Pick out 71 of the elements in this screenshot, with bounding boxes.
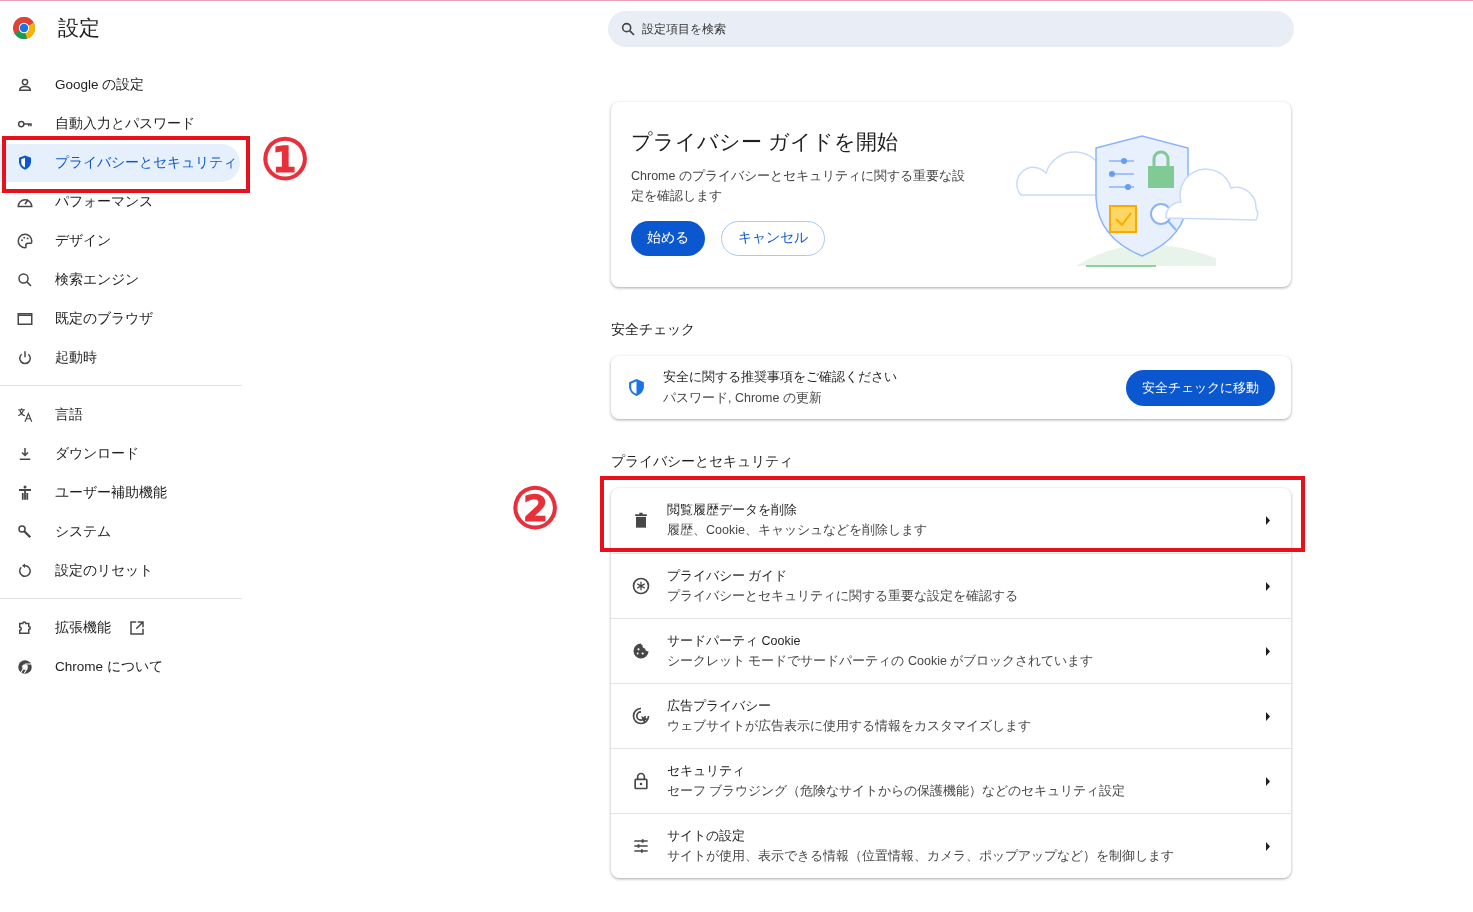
search-icon <box>620 21 636 37</box>
settings-row[interactable]: 広告プライバシー ウェブサイトが広告表示に使用する情報をカスタマイズします <box>611 683 1291 748</box>
row-subtitle: プライバシーとセキュリティに関する重要な設定を確認する <box>667 587 1019 605</box>
safety-check-button[interactable]: 安全チェックに移動 <box>1126 369 1275 406</box>
reset-icon <box>16 562 34 580</box>
lock-icon <box>631 771 651 791</box>
safety-check-subtitle: パスワード, Chrome の更新 <box>663 389 823 407</box>
sidebar-item[interactable]: デザイン <box>0 222 240 260</box>
row-title: 広告プライバシー <box>667 697 772 715</box>
cancel-button[interactable]: キャンセル <box>721 220 825 256</box>
settings-row[interactable]: セキュリティ セーフ ブラウジング（危険なサイトからの保護機能）などのセキュリティ設定 <box>611 748 1291 813</box>
cookie-icon <box>631 641 651 661</box>
section-heading: 安全チェック <box>611 320 696 339</box>
power-icon <box>16 349 34 367</box>
row-title: プライバシー ガイド <box>667 567 789 585</box>
caret-icon <box>1265 581 1271 591</box>
row-subtitle: シークレット モードでサードパーティの Cookie がブロックされています <box>667 652 1095 670</box>
row-title: セキュリティ <box>667 762 746 780</box>
row-title: 閲覧履歴データを削除 <box>667 502 798 520</box>
sidebar-item[interactable]: パフォーマンス <box>0 183 240 221</box>
wrench-icon <box>16 523 34 541</box>
page-title: 設定 <box>58 15 100 42</box>
settings-row[interactable]: 閲覧履歴データを削除 履歴、Cookie、キャッシュなどを削除します <box>611 488 1291 553</box>
settings-row[interactable]: サイトの設定 サイトが使用、表示できる情報（位置情報、カメラ、ポップアップなど）を制御します <box>611 813 1291 878</box>
safety-check-title: 安全に関する推奨事項をご確認ください <box>663 368 898 386</box>
sidebar-item[interactable]: システム <box>0 513 240 551</box>
sidebar-item[interactable]: Google の設定 <box>0 66 240 104</box>
settings-row[interactable]: サードパーティ Cookie シークレット モードでサードパーティの Cookie がブロックされています <box>611 618 1291 683</box>
caret-icon <box>1265 646 1271 656</box>
shield-icon <box>628 378 645 397</box>
row-subtitle: サイトが使用、表示できる情報（位置情報、カメラ、ポップアップなど）を制御します <box>667 847 1175 865</box>
caret-icon <box>1265 711 1271 721</box>
puzzle-icon <box>16 619 34 637</box>
search-field[interactable]: 設定項目を検索 <box>608 11 1294 47</box>
external-link-icon[interactable] <box>128 619 146 637</box>
card-title: プライバシー ガイドを開始 <box>631 129 899 155</box>
row-title: サードパーティ Cookie <box>667 632 802 650</box>
start-button[interactable]: 始める <box>631 220 705 256</box>
sidebar-item[interactable]: 設定のリセット <box>0 552 240 590</box>
sidebar-item[interactable]: 既定のブラウザ <box>0 300 240 338</box>
row-subtitle: ウェブサイトが広告表示に使用する情報をカスタマイズします <box>667 717 1032 735</box>
compass-icon <box>631 576 651 596</box>
sidebar-item[interactable]: ユーザー補助機能 <box>0 474 240 512</box>
sidebar-item[interactable]: 自動入力とパスワード <box>0 105 240 143</box>
step-number: ① <box>260 128 310 192</box>
translate-icon <box>16 406 34 424</box>
sidebar-item[interactable]: 起動時 <box>0 339 240 377</box>
sidebar-item[interactable]: プライバシーとセキュリティ <box>0 144 240 182</box>
step-number: ② <box>510 477 560 541</box>
section-heading: プライバシーとセキュリティ <box>611 452 794 471</box>
sliders-icon <box>631 836 651 856</box>
person-icon <box>16 76 34 94</box>
sidebar-item[interactable]: Chrome について <box>0 648 240 686</box>
row-title: サイトの設定 <box>667 827 746 845</box>
caret-icon <box>1265 776 1271 786</box>
chrome-logo-icon <box>12 16 36 40</box>
sidebar-item[interactable]: 拡張機能 <box>0 609 240 647</box>
shield-icon <box>16 154 34 172</box>
sidebar-item[interactable]: ダウンロード <box>0 435 240 473</box>
palette-icon <box>16 232 34 250</box>
caret-icon <box>1265 841 1271 851</box>
sidebar-item[interactable]: 言語 <box>0 396 240 434</box>
caret-icon <box>1265 516 1271 525</box>
settings-row[interactable]: プライバシー ガイド プライバシーとセキュリティに関する重要な設定を確認する <box>611 553 1291 618</box>
card-description: Chrome のプライバシーとセキュリティに関する重要な設定を確認します <box>631 167 966 205</box>
sidebar-item[interactable]: 検索エンジン <box>0 261 240 299</box>
search-icon <box>16 271 34 289</box>
window-icon <box>16 310 34 328</box>
row-subtitle: 履歴、Cookie、キャッシュなどを削除します <box>667 522 928 539</box>
row-subtitle: セーフ ブラウジング（危険なサイトからの保護機能）などのセキュリティ設定 <box>667 782 1127 800</box>
accessibility-icon <box>16 484 34 502</box>
